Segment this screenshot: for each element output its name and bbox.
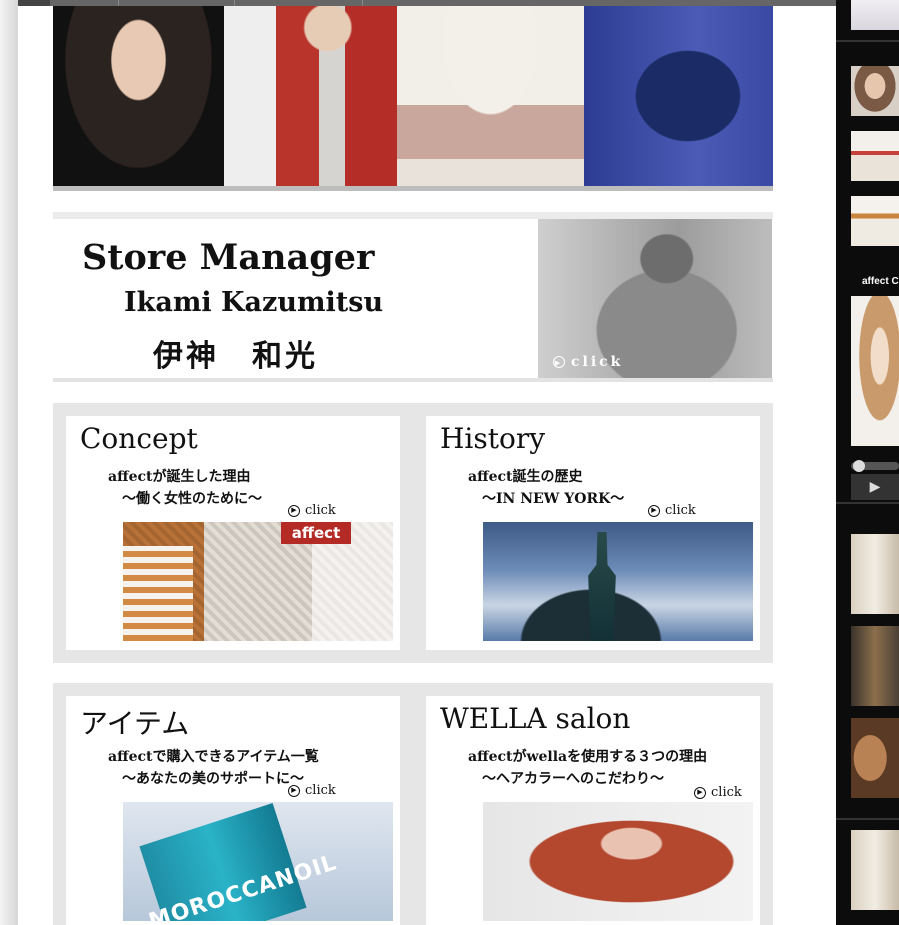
play-circle-icon: ▶ bbox=[694, 786, 706, 799]
manager-click-label: click bbox=[571, 354, 624, 370]
concept-image[interactable]: affect bbox=[123, 522, 393, 641]
items-click-link[interactable]: ▶ click bbox=[288, 783, 336, 798]
sidebar-thumbnail[interactable] bbox=[851, 718, 899, 798]
history-image[interactable] bbox=[483, 522, 753, 641]
video-progress-knob[interactable] bbox=[853, 460, 865, 472]
statue-of-liberty-figure bbox=[588, 532, 616, 641]
sidebar-thumbnail[interactable] bbox=[851, 830, 899, 910]
wella-card[interactable]: WELLA salon affectがwellaを使用する３つの理由 〜ヘアカラ… bbox=[426, 696, 760, 925]
wella-click-label: click bbox=[711, 785, 742, 800]
history-tagline: 〜IN NEW YORK〜 bbox=[482, 491, 625, 507]
sidebar-video-caption: affect Co bbox=[862, 276, 899, 287]
history-click-link[interactable]: ▶ click bbox=[648, 503, 696, 518]
right-sidebar: affect Co ▶ bbox=[836, 0, 899, 925]
manager-name-en: Ikami Kazumitsu bbox=[124, 287, 384, 318]
play-circle-icon: ▶ bbox=[288, 784, 300, 797]
history-title: History bbox=[440, 422, 546, 455]
history-click-label: click bbox=[665, 503, 696, 518]
sidebar-thumbnail[interactable] bbox=[851, 0, 899, 30]
hero-underline bbox=[53, 186, 773, 191]
history-card[interactable]: History affect誕生の歴史 〜IN NEW YORK〜 ▶ clic… bbox=[426, 416, 760, 650]
sidebar-thumbnail[interactable] bbox=[851, 196, 899, 246]
play-circle-icon: ▶ bbox=[288, 504, 300, 517]
manager-name-jp: 伊神 和光 bbox=[153, 339, 318, 374]
play-icon[interactable]: ▶ bbox=[851, 474, 899, 500]
history-subtitle: affect誕生の歴史 bbox=[468, 469, 583, 485]
wella-tagline: 〜ヘアカラーへのこだわり〜 bbox=[482, 771, 664, 787]
sidebar-divider bbox=[836, 40, 899, 42]
hero-photo-strip bbox=[53, 6, 773, 186]
items-card[interactable]: アイテム affectで購入できるアイテム一覧 〜あなたの美のサポートに〜 ▶ … bbox=[66, 696, 400, 925]
concept-image-sign: affect bbox=[281, 522, 351, 544]
main-content: Store Manager Ikami Kazumitsu 伊神 和光 ▶ cl… bbox=[18, 6, 836, 925]
items-click-label: click bbox=[305, 783, 336, 798]
play-circle-icon: ▶ bbox=[648, 504, 660, 517]
sidebar-thumbnail[interactable] bbox=[851, 131, 899, 181]
manager-title: Store Manager bbox=[82, 237, 375, 278]
manager-photo[interactable]: ▶ click bbox=[538, 219, 772, 378]
page-left-margin bbox=[0, 0, 18, 925]
manager-click-link[interactable]: ▶ click bbox=[553, 354, 623, 370]
wella-subtitle: affectがwellaを使用する３つの理由 bbox=[468, 749, 708, 765]
concept-click-link[interactable]: ▶ click bbox=[288, 503, 336, 518]
sidebar-thumbnail[interactable] bbox=[851, 66, 899, 116]
concept-subtitle: affectが誕生した理由 bbox=[108, 469, 251, 485]
items-tagline: 〜あなたの美のサポートに〜 bbox=[122, 771, 304, 787]
items-subtitle: affectで購入できるアイテム一覧 bbox=[108, 749, 319, 765]
wella-click-link[interactable]: ▶ click bbox=[694, 785, 742, 800]
concept-click-label: click bbox=[305, 503, 336, 518]
store-manager-banner[interactable]: Store Manager Ikami Kazumitsu 伊神 和光 ▶ cl… bbox=[53, 212, 773, 382]
hero-photo-2[interactable] bbox=[224, 6, 397, 186]
concept-card[interactable]: Concept affectが誕生した理由 〜働く女性のために〜 ▶ click… bbox=[66, 416, 400, 650]
items-title: アイテム bbox=[80, 707, 190, 740]
card-band-1: Concept affectが誕生した理由 〜働く女性のために〜 ▶ click… bbox=[53, 403, 773, 663]
sidebar-divider bbox=[836, 502, 899, 504]
sidebar-thumbnail[interactable] bbox=[851, 534, 899, 614]
sidebar-thumbnail[interactable] bbox=[851, 626, 899, 706]
items-image[interactable]: MOROCCANOIL bbox=[123, 802, 393, 921]
wella-title: WELLA salon bbox=[440, 702, 631, 735]
play-circle-icon: ▶ bbox=[553, 356, 565, 368]
concept-tagline: 〜働く女性のために〜 bbox=[122, 491, 262, 507]
wella-image[interactable] bbox=[483, 802, 753, 921]
hero-photo-4[interactable] bbox=[584, 6, 773, 186]
hero-photo-1[interactable] bbox=[53, 6, 224, 186]
sidebar-divider bbox=[836, 818, 899, 820]
sidebar-video-preview[interactable] bbox=[851, 296, 899, 446]
hero-photo-3[interactable] bbox=[397, 6, 584, 186]
concept-title: Concept bbox=[80, 422, 198, 455]
concept-image-door bbox=[123, 546, 193, 641]
card-band-2: アイテム affectで購入できるアイテム一覧 〜あなたの美のサポートに〜 ▶ … bbox=[53, 683, 773, 925]
